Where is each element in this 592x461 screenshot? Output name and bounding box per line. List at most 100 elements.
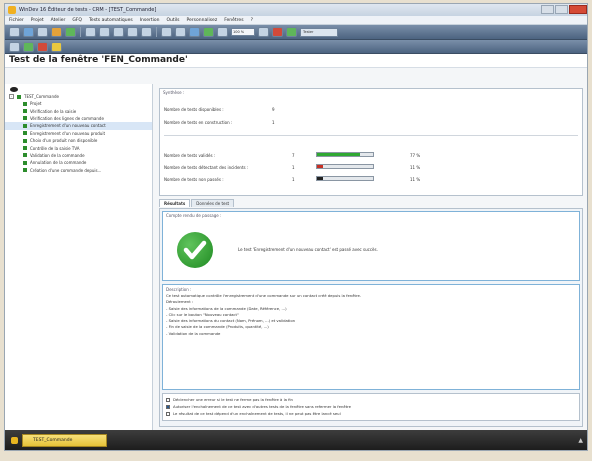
redo-icon[interactable] (141, 27, 152, 37)
menu-bar: Fichier Projet Atelier GFQ Tests automat… (5, 16, 587, 25)
divider (164, 135, 578, 136)
failed-value: 1 (292, 165, 295, 170)
page-title: Test de la fenêtre 'FEN_Commande' (5, 54, 587, 68)
validate-icon[interactable] (23, 41, 34, 52)
tree-item[interactable]: Choix d'un produit non disponible (5, 137, 152, 144)
new-icon[interactable] (9, 27, 20, 37)
menu-help[interactable]: ? (251, 18, 253, 23)
construction-label: Nombre de tests en construction : (164, 120, 233, 125)
valid-percent: 77 % (410, 153, 421, 158)
back-icon[interactable] (9, 41, 20, 52)
details-pane: Synthèse : Nombre de tests disponibles :… (153, 84, 587, 430)
tree-item-label: Projet (30, 101, 42, 107)
play-icon[interactable] (286, 27, 297, 37)
chart-icon[interactable] (203, 27, 214, 37)
tree-item-label: Création d'une commande depuis... (30, 167, 102, 173)
tree-item[interactable]: Enregistrement d'un nouveau produit (5, 130, 152, 137)
minimize-button[interactable] (541, 5, 554, 14)
tree-item[interactable]: Validation de la commande (5, 152, 152, 159)
window-icon[interactable] (189, 27, 200, 37)
tree-item-label: Enregistrement d'un nouveau produit (30, 130, 106, 136)
notpassed-percent: 11 % (410, 177, 421, 182)
notpassed-progress-bar (316, 176, 374, 181)
checkbox[interactable] (166, 411, 170, 416)
option-row[interactable]: Déclencher une erreur si le test ne ferm… (166, 396, 576, 403)
paste-icon[interactable] (113, 27, 124, 37)
checkbox[interactable] (166, 404, 170, 409)
available-value: 9 (272, 107, 275, 112)
menu-tests-auto[interactable]: Tests automatiques (89, 18, 133, 23)
tree-item-label: Vérification des lignes de commande (30, 115, 104, 121)
description-label: Description : (166, 287, 192, 292)
tree-item-label: Contrôle de la saisie TVA (30, 145, 80, 151)
checkbox[interactable] (166, 397, 170, 402)
notpassed-label: Nombre de tests non passés : (164, 177, 224, 182)
chevron-up-icon[interactable]: ▲ (578, 437, 583, 444)
valid-progress-bar (316, 152, 374, 157)
tree-item-label: Annulation de la commande (30, 160, 87, 166)
undo-icon[interactable] (127, 27, 138, 37)
open-icon[interactable] (23, 27, 34, 37)
table-icon[interactable] (217, 27, 228, 37)
help-icon[interactable] (51, 41, 62, 52)
valid-progress-fill (317, 153, 361, 156)
tree-item[interactable]: Vérification des lignes de commande (5, 115, 152, 122)
toolbar-separator (156, 27, 157, 37)
grid-icon[interactable] (175, 27, 186, 37)
test-icon (23, 138, 27, 143)
tree-item[interactable]: Annulation de la commande (5, 159, 152, 166)
test-icon (17, 94, 21, 99)
document-tab[interactable]: TEST_Commande (22, 433, 107, 447)
tab-bar: Résultats Données de test (159, 199, 583, 208)
tab-resultats[interactable]: Résultats (159, 199, 191, 207)
test-icon (23, 131, 27, 136)
option-row[interactable]: Autoriser l'enchaînement de ce test avec… (166, 403, 576, 410)
layout-icon[interactable] (258, 27, 269, 37)
tree-root[interactable]: - TEST_Commande (5, 93, 152, 100)
menu-projet[interactable]: Projet (31, 18, 44, 23)
synthese-panel: Synthèse : Nombre de tests disponibles :… (159, 88, 583, 196)
option-row[interactable]: Le résultat de ce test dépend d'un encha… (166, 410, 576, 417)
menu-personnalisez[interactable]: Personnalisez (186, 18, 217, 23)
menu-fichier[interactable]: Fichier (9, 18, 24, 23)
go-icon[interactable] (51, 27, 62, 37)
editor-window: WinDev 16 Éditeur de tests - CRM - [TEST… (4, 3, 588, 451)
zoom-select[interactable]: 100 % (231, 28, 255, 36)
windev-small-icon (11, 436, 18, 444)
menu-fenetres[interactable]: Fenêtres (224, 18, 243, 23)
save-icon[interactable] (37, 27, 48, 37)
test-icon (23, 109, 27, 114)
tree-item-selected[interactable]: Enregistrement d'un nouveau contact (5, 122, 152, 130)
menu-gfq[interactable]: GFQ (72, 18, 82, 23)
test-button[interactable]: Tester (300, 27, 338, 37)
tree-item[interactable]: Projet (5, 100, 152, 107)
menu-atelier[interactable]: Atelier (51, 18, 66, 23)
close-button[interactable] (569, 5, 587, 14)
maximize-button[interactable] (555, 5, 568, 14)
test-icon (23, 160, 27, 165)
synthese-label: Synthèse : (163, 90, 185, 95)
available-label: Nombre de tests disponibles : (164, 107, 224, 112)
eye-icon[interactable] (10, 87, 18, 92)
test-icon (23, 116, 27, 121)
menu-outils[interactable]: Outils (166, 18, 179, 23)
test-tree: - TEST_Commande Projet Vérification de l… (5, 84, 153, 430)
compte-rendu-label: Compte rendu de passage : (166, 213, 222, 218)
menu-insertion[interactable]: Insertion (140, 18, 160, 23)
compte-rendu-message: Le test 'Enregistrement d'un nouveau con… (238, 247, 378, 252)
cut-icon[interactable] (85, 27, 96, 37)
tree-item[interactable]: Contrôle de la saisie TVA (5, 144, 152, 151)
stop-icon[interactable] (272, 27, 283, 37)
delete-icon[interactable] (37, 41, 48, 52)
collapse-icon[interactable]: - (9, 94, 14, 99)
tab-content: Compte rendu de passage : Le test 'Enreg… (159, 208, 583, 427)
title-bar: WinDev 16 Éditeur de tests - CRM - [TEST… (5, 4, 587, 16)
align-icon[interactable] (161, 27, 172, 37)
notpassed-progress-fill (317, 177, 324, 180)
run-icon[interactable] (65, 27, 76, 37)
copy-icon[interactable] (99, 27, 110, 37)
tree-item-label: Enregistrement d'un nouveau contact (30, 123, 106, 129)
tree-item[interactable]: Vérification de la saisie (5, 107, 152, 114)
tab-donnees[interactable]: Données de test (191, 199, 235, 207)
tree-item[interactable]: Création d'une commande depuis... (5, 167, 152, 174)
